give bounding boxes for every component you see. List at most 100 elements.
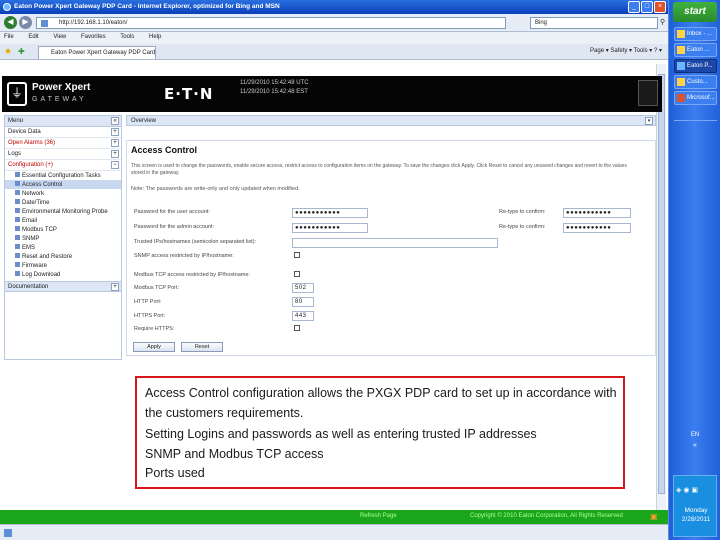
modbus-port-input[interactable]: 502 <box>292 283 314 293</box>
chevron-up-icon[interactable]: « <box>669 442 720 449</box>
task-eaton-1[interactable]: Eaton ... <box>674 43 717 57</box>
nav-sub-label: Date/Time <box>22 200 50 206</box>
rss-icon[interactable]: ▣ <box>650 512 658 521</box>
lock-icon <box>15 181 20 186</box>
menu-file[interactable]: File <box>4 34 14 40</box>
banner-datetime: 11/29/2010 15:42:48 UTC 11/29/2010 15:42… <box>240 79 309 97</box>
http-port-input[interactable]: 80 <box>292 297 314 307</box>
reset-button[interactable]: Reset <box>181 342 223 352</box>
search-input[interactable]: Bing <box>530 17 658 29</box>
scroll-thumb[interactable] <box>658 74 665 494</box>
search-icon[interactable]: ⚲ <box>660 18 665 26</box>
collapse-icon[interactable]: − <box>111 161 119 169</box>
nav-date-time[interactable]: Date/Time <box>5 198 121 207</box>
menu-edit[interactable]: Edit <box>28 34 38 40</box>
nav-access-control[interactable]: Access Control <box>5 180 121 189</box>
user-confirm-input[interactable]: ●●●●●●●●●●● <box>563 208 631 218</box>
add-favorite-icon[interactable]: ✚ <box>18 47 25 56</box>
nav-menu-header[interactable]: Menu « <box>5 116 121 127</box>
datetime-local: 11/29/2010 15:42:48 EST <box>240 89 308 95</box>
task-custo[interactable]: Custo... <box>674 75 717 89</box>
nav-documentation-label: Documentation <box>8 284 49 290</box>
windows-taskbar: start Inbox - ... Eaton ... Eaton P... C… <box>668 0 720 540</box>
admin-password-input[interactable]: ●●●●●●●●●●● <box>292 223 368 233</box>
system-tray: ◈ ◉ ▣ Monday 2/28/2011 <box>673 475 717 537</box>
favorites-star-icon[interactable]: ★ <box>4 46 12 57</box>
nav-device-data[interactable]: Device Data + <box>5 127 121 138</box>
nav-reset-restore[interactable]: Reset and Restore <box>5 252 121 261</box>
require-https-checkbox[interactable] <box>294 325 300 331</box>
chevron-down-icon[interactable]: ▾ <box>645 117 653 125</box>
task-icon <box>15 172 20 177</box>
expand-icon[interactable]: + <box>111 150 119 158</box>
back-icon[interactable]: ◀ <box>4 16 17 29</box>
task-label: Eaton ... <box>687 47 710 53</box>
overview-bar[interactable]: Overview ▾ <box>126 115 656 126</box>
task-microsoft[interactable]: Microsof... <box>674 91 717 105</box>
modbus-restrict-checkbox[interactable] <box>294 271 300 277</box>
datetime-utc: 11/29/2010 15:42:48 UTC <box>240 80 309 86</box>
menu-tools[interactable]: Tools <box>120 34 134 40</box>
callout-line-2: Setting Logins and passwords as well as … <box>145 427 537 441</box>
clock-icon <box>15 199 20 204</box>
https-port-label: HTTPS Port: <box>134 313 166 319</box>
page-icon <box>41 20 48 27</box>
nav-configuration-label: Configuration (+) <box>8 162 53 168</box>
nav-essential-config[interactable]: Essential Configuration Tasks <box>5 171 121 180</box>
close-button[interactable]: × <box>654 1 666 13</box>
page-footer: Refresh Page Copyright © 2010 Eaton Corp… <box>0 510 668 524</box>
overview-label: Overview <box>131 118 157 124</box>
snmp-restrict-checkbox[interactable] <box>294 252 300 258</box>
nav-configuration[interactable]: Configuration (+) − <box>5 160 121 171</box>
trusted-ips-input[interactable] <box>292 238 498 248</box>
product-name: Power Xpert <box>32 82 91 93</box>
minimize-button[interactable]: _ <box>628 1 640 13</box>
https-port-input[interactable]: 443 <box>292 311 314 321</box>
window-titlebar[interactable]: Eaton Power Xpert Gateway PDP Card - Int… <box>0 0 668 14</box>
expand-icon[interactable]: + <box>111 128 119 136</box>
menu-view[interactable]: View <box>53 34 66 40</box>
language-indicator[interactable]: EN <box>669 432 720 438</box>
admin-confirm-input[interactable]: ●●●●●●●●●●● <box>563 223 631 233</box>
clock[interactable]: Monday 2/28/2011 <box>674 506 718 524</box>
expand-icon[interactable]: + <box>111 139 119 147</box>
collapse-icon[interactable]: « <box>111 117 119 125</box>
menu-help[interactable]: Help <box>149 34 161 40</box>
task-label: Custo... <box>687 79 708 85</box>
nav-ems[interactable]: EMS <box>5 243 121 252</box>
nav-snmp[interactable]: SNMP <box>5 234 121 243</box>
address-toolbar: ◀ ▶ http://192.168.1.10/eaton/ Bing ⚲ <box>0 14 668 32</box>
browser-tab-label: Eaton Power Xpert Gateway PDP Card <box>51 50 156 56</box>
nav-open-alarms[interactable]: Open Alarms (36) + <box>5 138 121 149</box>
tray-icons[interactable]: ◈ ◉ ▣ <box>676 486 698 494</box>
nav-sub-label: Email <box>22 218 38 224</box>
apply-button[interactable]: Apply <box>133 342 175 352</box>
modbus-icon <box>15 226 20 231</box>
browser-tab[interactable]: Eaton Power Xpert Gateway PDP Card <box>38 46 156 59</box>
nav-emp[interactable]: Environmental Monitoring Probe <box>5 207 121 216</box>
refresh-link[interactable]: Refresh Page <box>360 513 397 519</box>
nav-sub-label: Reset and Restore <box>22 254 73 260</box>
nav-documentation[interactable]: Documentation + <box>5 281 121 292</box>
browser-tools[interactable]: Page ▾ Safety ▾ Tools ▾ ? ▾ <box>590 47 662 54</box>
task-inbox[interactable]: Inbox - ... <box>674 27 717 41</box>
user-password-input[interactable]: ●●●●●●●●●●● <box>292 208 368 218</box>
access-control-panel: Access Control This screen is used to ch… <box>126 140 656 356</box>
task-eaton-2[interactable]: Eaton P... <box>674 59 717 73</box>
require-https-label: Require HTTPS: <box>134 326 175 332</box>
power-xpert-logo-icon: ⏚ <box>7 82 27 106</box>
vertical-scrollbar[interactable] <box>656 64 666 510</box>
outlook-icon <box>677 30 685 38</box>
maximize-button[interactable]: □ <box>641 1 653 13</box>
nav-network[interactable]: Network <box>5 189 121 198</box>
address-input[interactable]: http://192.168.1.10/eaton/ <box>36 17 506 29</box>
start-button[interactable]: start <box>673 2 717 22</box>
nav-email[interactable]: Email <box>5 216 121 225</box>
nav-logs[interactable]: Logs + <box>5 149 121 160</box>
nav-modbus[interactable]: Modbus TCP <box>5 225 121 234</box>
forward-icon[interactable]: ▶ <box>19 16 32 29</box>
expand-icon[interactable]: + <box>111 283 119 291</box>
nav-log-download[interactable]: Log Download <box>5 270 121 279</box>
menu-favorites[interactable]: Favorites <box>81 34 106 40</box>
nav-firmware[interactable]: Firmware <box>5 261 121 270</box>
